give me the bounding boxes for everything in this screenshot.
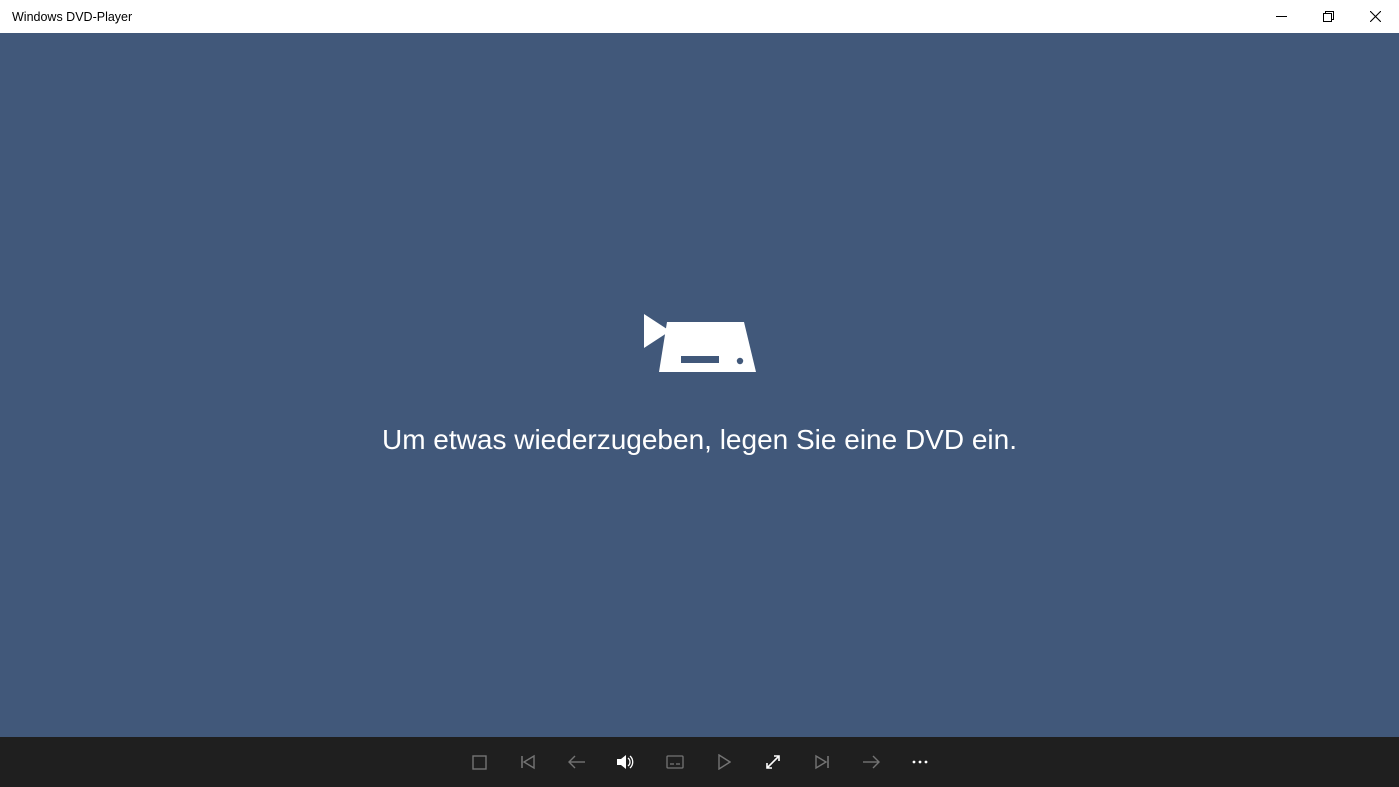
insert-dvd-message: Um etwas wiederzugeben, legen Sie eine D…	[382, 424, 1017, 456]
subtitles-button[interactable]	[651, 737, 700, 787]
maximize-button[interactable]	[1305, 0, 1352, 33]
fullscreen-button[interactable]	[749, 737, 798, 787]
playback-area: Um etwas wiederzugeben, legen Sie eine D…	[0, 33, 1399, 737]
more-icon	[911, 759, 929, 765]
window-title: Windows DVD-Player	[0, 10, 132, 24]
volume-icon	[617, 754, 635, 770]
close-button[interactable]	[1352, 0, 1399, 33]
previous-button[interactable]	[504, 737, 553, 787]
fullscreen-icon	[765, 754, 781, 770]
back-button[interactable]	[553, 737, 602, 787]
subtitles-icon	[666, 755, 684, 769]
volume-button[interactable]	[602, 737, 651, 787]
playback-controls	[0, 737, 1399, 787]
skip-next-icon	[814, 754, 830, 770]
skip-previous-icon	[520, 754, 536, 770]
play-icon	[717, 754, 731, 770]
stop-button[interactable]	[455, 737, 504, 787]
minimize-button[interactable]	[1258, 0, 1305, 33]
dvd-player-icon	[644, 314, 756, 382]
forward-button[interactable]	[847, 737, 896, 787]
arrow-right-icon	[862, 755, 880, 769]
play-button[interactable]	[700, 737, 749, 787]
window-controls	[1258, 0, 1399, 33]
maximize-icon	[1323, 11, 1334, 22]
more-button[interactable]	[896, 737, 945, 787]
minimize-icon	[1276, 11, 1287, 22]
next-button[interactable]	[798, 737, 847, 787]
titlebar: Windows DVD-Player	[0, 0, 1399, 33]
close-icon	[1370, 11, 1381, 22]
arrow-left-icon	[568, 755, 586, 769]
stop-icon	[472, 755, 487, 770]
